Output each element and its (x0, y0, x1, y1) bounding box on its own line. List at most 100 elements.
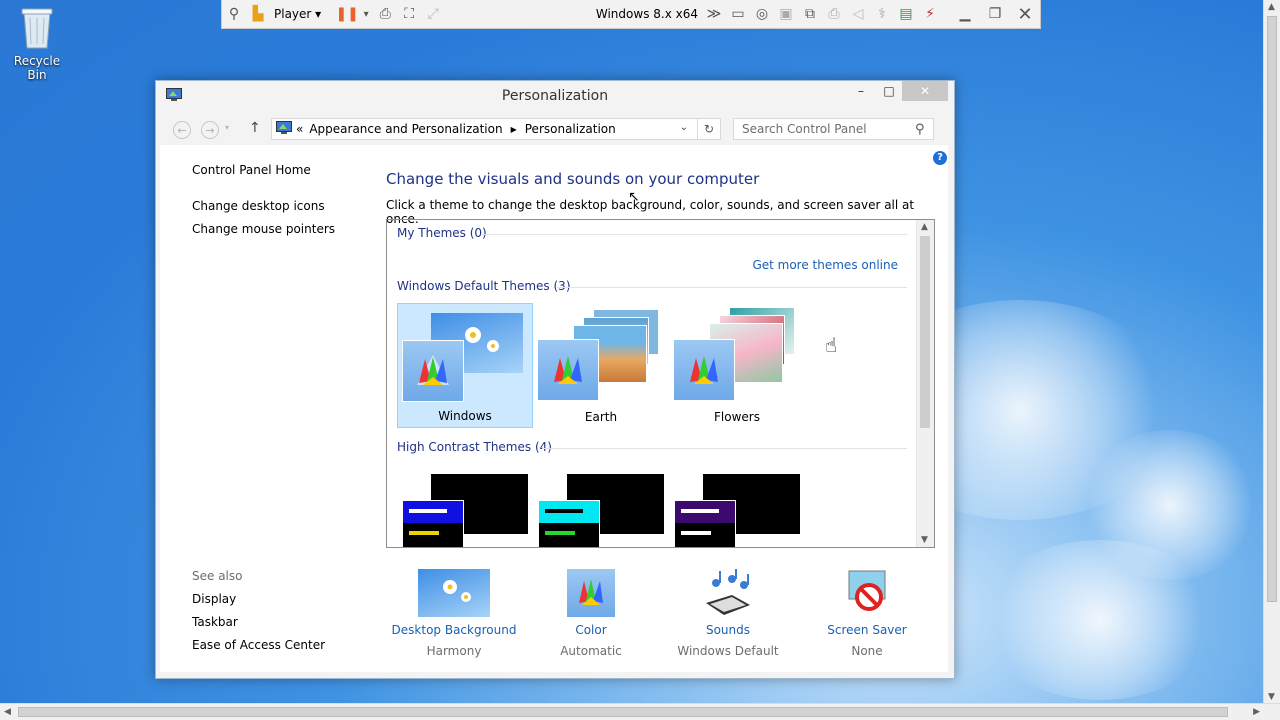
display-link[interactable]: Display (192, 592, 236, 606)
back-button[interactable]: ← (173, 121, 191, 139)
recycle-bin-icon (20, 6, 54, 50)
theme-flowers[interactable]: Flowers (669, 303, 805, 428)
chevron-down-icon[interactable]: ▾ (359, 3, 373, 25)
scroll-down-icon[interactable]: ▼ (1268, 692, 1275, 702)
pin-icon[interactable]: ⚲ (222, 3, 246, 25)
refresh-icon[interactable]: ↻ (697, 119, 720, 139)
address-dropdown-icon[interactable]: ⌄ (680, 122, 688, 133)
vm-horizontal-scrollbar[interactable]: ◀ ▶ (0, 703, 1280, 720)
recycle-bin-shortcut[interactable]: Recycle Bin (4, 4, 70, 82)
windows-default-themes-header: Windows Default Themes (3) (397, 279, 571, 293)
close-toolbar-icon[interactable]: ✕ (1010, 3, 1040, 25)
control-panel-home-link[interactable]: Control Panel Home (192, 163, 311, 177)
change-mouse-pointers-link[interactable]: Change mouse pointers (192, 222, 335, 236)
themes-list: My Themes (0) Get more themes online Win… (386, 219, 935, 548)
themes-scrollbar[interactable]: ▲ ▼ (916, 220, 934, 547)
network-icon[interactable]: ⧉ (798, 3, 822, 25)
address-bar[interactable]: « Appearance and Personalization ▶ Perso… (271, 118, 721, 140)
theme-name: Earth (584, 410, 618, 424)
desktop-background-label[interactable]: Desktop Background (389, 623, 519, 637)
desktop-background-item[interactable]: Desktop Background Harmony (389, 569, 519, 658)
scroll-left-icon[interactable]: ◀ (4, 707, 11, 717)
color-wheel-icon (673, 339, 735, 401)
hc-swatch (674, 500, 736, 547)
group-divider (542, 448, 907, 449)
theme-windows[interactable]: Windows (397, 303, 533, 428)
desktop-background-icon (418, 569, 490, 617)
color-item[interactable]: Color Automatic (526, 569, 656, 658)
restore-toolbar-icon[interactable]: ❐ (980, 3, 1010, 25)
search-input[interactable]: Search Control Panel (733, 118, 934, 140)
cd-icon[interactable]: ◎ (750, 3, 774, 25)
high-contrast-theme-3[interactable] (674, 474, 800, 547)
mouse-cursor-arrow-icon: ↖ (628, 189, 640, 205)
theme-name: Flowers (714, 410, 760, 424)
hc-swatch (538, 500, 600, 547)
breadcrumb-appearance[interactable]: Appearance and Personalization (309, 122, 502, 136)
scroll-right-icon[interactable]: ▶ (1253, 707, 1260, 717)
desktop-background-value: Harmony (426, 644, 482, 658)
vm-horizontal-scrollbar-thumb[interactable] (18, 707, 1228, 717)
vm-vertical-scrollbar-thumb[interactable] (1267, 16, 1277, 602)
window-title: Personalization (501, 88, 609, 104)
floppy-icon[interactable]: ▣ (774, 3, 798, 25)
sound-icon[interactable]: ◁ (846, 3, 870, 25)
title-bar[interactable]: Personalization – □ ✕ (156, 81, 954, 111)
sounds-item[interactable]: Sounds Windows Default (663, 569, 793, 658)
removable-devices-icon[interactable]: ▭ (726, 3, 750, 25)
breadcrumb-personalization[interactable]: Personalization (525, 122, 616, 136)
wallpaper-bloom (1080, 430, 1260, 580)
vm-player-toolbar: ⚲ ▙ Player ▾ ❚❚ ▾ ⎙ ⛶ ⤢ Windows 8.x x64 … (221, 0, 1041, 29)
search-icon[interactable]: ⚲ (915, 122, 925, 137)
message-icon[interactable]: ▤ (894, 3, 918, 25)
content-area: ? Control Panel Home Change desktop icon… (160, 145, 948, 672)
maximize-button[interactable]: □ (876, 81, 902, 101)
recent-pages-icon[interactable]: ▾ (225, 123, 229, 132)
usb-icon[interactable]: ⚕ (870, 3, 894, 25)
scroll-up-icon[interactable]: ▲ (1268, 2, 1275, 12)
page-heading: Change the visuals and sounds on your co… (386, 170, 760, 188)
pause-icon[interactable]: ❚❚ (335, 3, 359, 25)
theme-earth[interactable]: Earth (533, 303, 669, 428)
player-logo-icon: ▙ (252, 6, 264, 22)
forward-button[interactable]: → (201, 121, 219, 139)
ease-of-access-link[interactable]: Ease of Access Center (192, 638, 325, 652)
high-contrast-theme-1[interactable] (402, 474, 528, 547)
up-button[interactable]: ↑ (249, 120, 261, 136)
group-divider (557, 287, 907, 288)
screen-saver-item[interactable]: Screen Saver None (802, 569, 932, 658)
change-desktop-icons-link[interactable]: Change desktop icons (192, 199, 325, 213)
color-label[interactable]: Color (526, 623, 656, 637)
group-divider (482, 234, 907, 235)
unity-icon[interactable]: ⤢ (421, 3, 445, 25)
theme-name: Windows (438, 409, 492, 423)
fullscreen-icon[interactable]: ⛶ (397, 3, 421, 25)
help-icon[interactable]: ? (933, 151, 947, 165)
toolbar-separator (325, 3, 335, 25)
close-button[interactable]: ✕ (902, 81, 948, 101)
more-chevron-icon[interactable]: ≫ (702, 3, 726, 25)
player-menu[interactable]: Player ▾ (270, 7, 325, 21)
my-themes-header: My Themes (0) (397, 226, 487, 240)
taskbar-link[interactable]: Taskbar (192, 615, 238, 629)
screen-saver-label[interactable]: Screen Saver (802, 623, 932, 637)
high-contrast-themes-header: High Contrast Themes (4) (397, 440, 552, 454)
see-also-label: See also (192, 569, 243, 583)
high-contrast-theme-2[interactable] (538, 474, 664, 547)
address-control-panel-icon (276, 120, 292, 138)
vm-vertical-scrollbar[interactable]: ▲ ▼ (1263, 0, 1280, 704)
sounds-label[interactable]: Sounds (663, 623, 793, 637)
get-more-themes-link[interactable]: Get more themes online (752, 258, 898, 272)
minimize-button[interactable]: – (848, 81, 874, 101)
usb-device-icon[interactable]: ⚡ (918, 3, 942, 25)
breadcrumb-separator-icon[interactable]: ▶ (511, 125, 517, 134)
color-value: Automatic (560, 644, 622, 658)
scroll-up-icon[interactable]: ▲ (921, 222, 928, 232)
send-ctrl-alt-del-icon[interactable]: ⎙ (373, 3, 397, 25)
recycle-bin-label: Recycle Bin (13, 54, 61, 82)
breadcrumb-overflow[interactable]: « (296, 122, 303, 136)
printer-icon[interactable]: ⎙ (822, 3, 846, 25)
themes-scrollbar-thumb[interactable] (920, 236, 930, 428)
minimize-toolbar-icon[interactable]: ▁ (950, 3, 980, 25)
scroll-down-icon[interactable]: ▼ (921, 535, 928, 545)
